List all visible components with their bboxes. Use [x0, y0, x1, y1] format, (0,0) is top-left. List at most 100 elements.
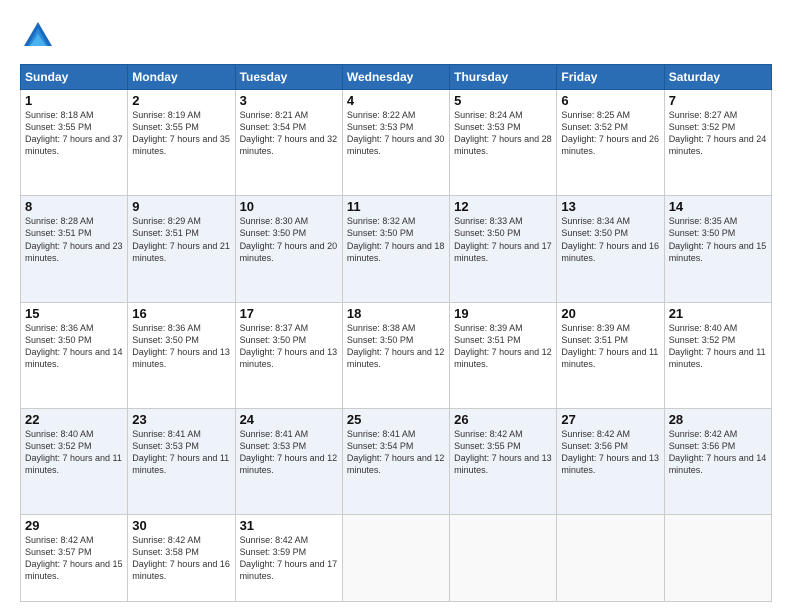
calendar-week-row: 8 Sunrise: 8:28 AMSunset: 3:51 PMDayligh… — [21, 196, 772, 302]
calendar-cell: 20 Sunrise: 8:39 AMSunset: 3:51 PMDaylig… — [557, 302, 664, 408]
calendar-day-header: Sunday — [21, 65, 128, 90]
calendar-cell: 15 Sunrise: 8:36 AMSunset: 3:50 PMDaylig… — [21, 302, 128, 408]
cell-info: Sunrise: 8:40 AMSunset: 3:52 PMDaylight:… — [25, 429, 122, 475]
cell-info: Sunrise: 8:42 AMSunset: 3:56 PMDaylight:… — [561, 429, 659, 475]
day-number: 17 — [240, 306, 338, 321]
day-number: 21 — [669, 306, 767, 321]
calendar-cell — [342, 515, 449, 602]
calendar-cell: 31 Sunrise: 8:42 AMSunset: 3:59 PMDaylig… — [235, 515, 342, 602]
calendar-cell: 5 Sunrise: 8:24 AMSunset: 3:53 PMDayligh… — [450, 90, 557, 196]
calendar-week-row: 29 Sunrise: 8:42 AMSunset: 3:57 PMDaylig… — [21, 515, 772, 602]
calendar-cell: 23 Sunrise: 8:41 AMSunset: 3:53 PMDaylig… — [128, 408, 235, 514]
cell-info: Sunrise: 8:35 AMSunset: 3:50 PMDaylight:… — [669, 216, 767, 262]
calendar-cell: 28 Sunrise: 8:42 AMSunset: 3:56 PMDaylig… — [664, 408, 771, 514]
calendar-cell: 17 Sunrise: 8:37 AMSunset: 3:50 PMDaylig… — [235, 302, 342, 408]
cell-info: Sunrise: 8:32 AMSunset: 3:50 PMDaylight:… — [347, 216, 445, 262]
cell-info: Sunrise: 8:19 AMSunset: 3:55 PMDaylight:… — [132, 110, 230, 156]
cell-info: Sunrise: 8:18 AMSunset: 3:55 PMDaylight:… — [25, 110, 123, 156]
cell-info: Sunrise: 8:41 AMSunset: 3:54 PMDaylight:… — [347, 429, 445, 475]
day-number: 15 — [25, 306, 123, 321]
calendar-cell: 12 Sunrise: 8:33 AMSunset: 3:50 PMDaylig… — [450, 196, 557, 302]
day-number: 20 — [561, 306, 659, 321]
day-number: 19 — [454, 306, 552, 321]
calendar-cell: 6 Sunrise: 8:25 AMSunset: 3:52 PMDayligh… — [557, 90, 664, 196]
day-number: 29 — [25, 518, 123, 533]
calendar-day-header: Monday — [128, 65, 235, 90]
day-number: 14 — [669, 199, 767, 214]
day-number: 27 — [561, 412, 659, 427]
header — [20, 18, 772, 54]
day-number: 22 — [25, 412, 123, 427]
calendar-cell: 3 Sunrise: 8:21 AMSunset: 3:54 PMDayligh… — [235, 90, 342, 196]
cell-info: Sunrise: 8:24 AMSunset: 3:53 PMDaylight:… — [454, 110, 552, 156]
calendar-cell: 19 Sunrise: 8:39 AMSunset: 3:51 PMDaylig… — [450, 302, 557, 408]
cell-info: Sunrise: 8:42 AMSunset: 3:55 PMDaylight:… — [454, 429, 552, 475]
day-number: 6 — [561, 93, 659, 108]
day-number: 10 — [240, 199, 338, 214]
calendar-cell: 7 Sunrise: 8:27 AMSunset: 3:52 PMDayligh… — [664, 90, 771, 196]
day-number: 18 — [347, 306, 445, 321]
calendar-cell: 14 Sunrise: 8:35 AMSunset: 3:50 PMDaylig… — [664, 196, 771, 302]
cell-info: Sunrise: 8:33 AMSunset: 3:50 PMDaylight:… — [454, 216, 552, 262]
calendar-cell: 25 Sunrise: 8:41 AMSunset: 3:54 PMDaylig… — [342, 408, 449, 514]
calendar-cell: 11 Sunrise: 8:32 AMSunset: 3:50 PMDaylig… — [342, 196, 449, 302]
cell-info: Sunrise: 8:42 AMSunset: 3:56 PMDaylight:… — [669, 429, 767, 475]
day-number: 31 — [240, 518, 338, 533]
day-number: 16 — [132, 306, 230, 321]
cell-info: Sunrise: 8:28 AMSunset: 3:51 PMDaylight:… — [25, 216, 123, 262]
day-number: 7 — [669, 93, 767, 108]
day-number: 24 — [240, 412, 338, 427]
calendar-table: SundayMondayTuesdayWednesdayThursdayFrid… — [20, 64, 772, 602]
calendar-cell: 1 Sunrise: 8:18 AMSunset: 3:55 PMDayligh… — [21, 90, 128, 196]
calendar-cell — [450, 515, 557, 602]
day-number: 11 — [347, 199, 445, 214]
day-number: 12 — [454, 199, 552, 214]
day-number: 1 — [25, 93, 123, 108]
day-number: 28 — [669, 412, 767, 427]
cell-info: Sunrise: 8:27 AMSunset: 3:52 PMDaylight:… — [669, 110, 767, 156]
cell-info: Sunrise: 8:21 AMSunset: 3:54 PMDaylight:… — [240, 110, 338, 156]
calendar-cell: 13 Sunrise: 8:34 AMSunset: 3:50 PMDaylig… — [557, 196, 664, 302]
calendar-cell: 29 Sunrise: 8:42 AMSunset: 3:57 PMDaylig… — [21, 515, 128, 602]
calendar-cell: 26 Sunrise: 8:42 AMSunset: 3:55 PMDaylig… — [450, 408, 557, 514]
logo — [20, 18, 60, 54]
calendar-cell: 4 Sunrise: 8:22 AMSunset: 3:53 PMDayligh… — [342, 90, 449, 196]
cell-info: Sunrise: 8:36 AMSunset: 3:50 PMDaylight:… — [25, 323, 123, 369]
calendar-day-header: Tuesday — [235, 65, 342, 90]
calendar-cell: 18 Sunrise: 8:38 AMSunset: 3:50 PMDaylig… — [342, 302, 449, 408]
cell-info: Sunrise: 8:29 AMSunset: 3:51 PMDaylight:… — [132, 216, 230, 262]
day-number: 4 — [347, 93, 445, 108]
cell-info: Sunrise: 8:38 AMSunset: 3:50 PMDaylight:… — [347, 323, 445, 369]
day-number: 25 — [347, 412, 445, 427]
calendar-cell: 22 Sunrise: 8:40 AMSunset: 3:52 PMDaylig… — [21, 408, 128, 514]
calendar-cell: 21 Sunrise: 8:40 AMSunset: 3:52 PMDaylig… — [664, 302, 771, 408]
calendar-cell: 9 Sunrise: 8:29 AMSunset: 3:51 PMDayligh… — [128, 196, 235, 302]
calendar-cell: 10 Sunrise: 8:30 AMSunset: 3:50 PMDaylig… — [235, 196, 342, 302]
cell-info: Sunrise: 8:34 AMSunset: 3:50 PMDaylight:… — [561, 216, 659, 262]
cell-info: Sunrise: 8:36 AMSunset: 3:50 PMDaylight:… — [132, 323, 230, 369]
day-number: 30 — [132, 518, 230, 533]
cell-info: Sunrise: 8:39 AMSunset: 3:51 PMDaylight:… — [454, 323, 552, 369]
day-number: 26 — [454, 412, 552, 427]
calendar-cell: 16 Sunrise: 8:36 AMSunset: 3:50 PMDaylig… — [128, 302, 235, 408]
calendar-cell: 24 Sunrise: 8:41 AMSunset: 3:53 PMDaylig… — [235, 408, 342, 514]
page: SundayMondayTuesdayWednesdayThursdayFrid… — [0, 0, 792, 612]
calendar-day-header: Friday — [557, 65, 664, 90]
calendar-week-row: 15 Sunrise: 8:36 AMSunset: 3:50 PMDaylig… — [21, 302, 772, 408]
calendar-cell — [557, 515, 664, 602]
calendar-week-row: 22 Sunrise: 8:40 AMSunset: 3:52 PMDaylig… — [21, 408, 772, 514]
cell-info: Sunrise: 8:25 AMSunset: 3:52 PMDaylight:… — [561, 110, 659, 156]
calendar-cell: 8 Sunrise: 8:28 AMSunset: 3:51 PMDayligh… — [21, 196, 128, 302]
calendar-cell: 2 Sunrise: 8:19 AMSunset: 3:55 PMDayligh… — [128, 90, 235, 196]
day-number: 5 — [454, 93, 552, 108]
calendar-cell: 30 Sunrise: 8:42 AMSunset: 3:58 PMDaylig… — [128, 515, 235, 602]
day-number: 2 — [132, 93, 230, 108]
cell-info: Sunrise: 8:42 AMSunset: 3:58 PMDaylight:… — [132, 535, 230, 581]
day-number: 9 — [132, 199, 230, 214]
day-number: 3 — [240, 93, 338, 108]
cell-info: Sunrise: 8:37 AMSunset: 3:50 PMDaylight:… — [240, 323, 338, 369]
cell-info: Sunrise: 8:30 AMSunset: 3:50 PMDaylight:… — [240, 216, 338, 262]
calendar-week-row: 1 Sunrise: 8:18 AMSunset: 3:55 PMDayligh… — [21, 90, 772, 196]
cell-info: Sunrise: 8:40 AMSunset: 3:52 PMDaylight:… — [669, 323, 766, 369]
day-number: 13 — [561, 199, 659, 214]
